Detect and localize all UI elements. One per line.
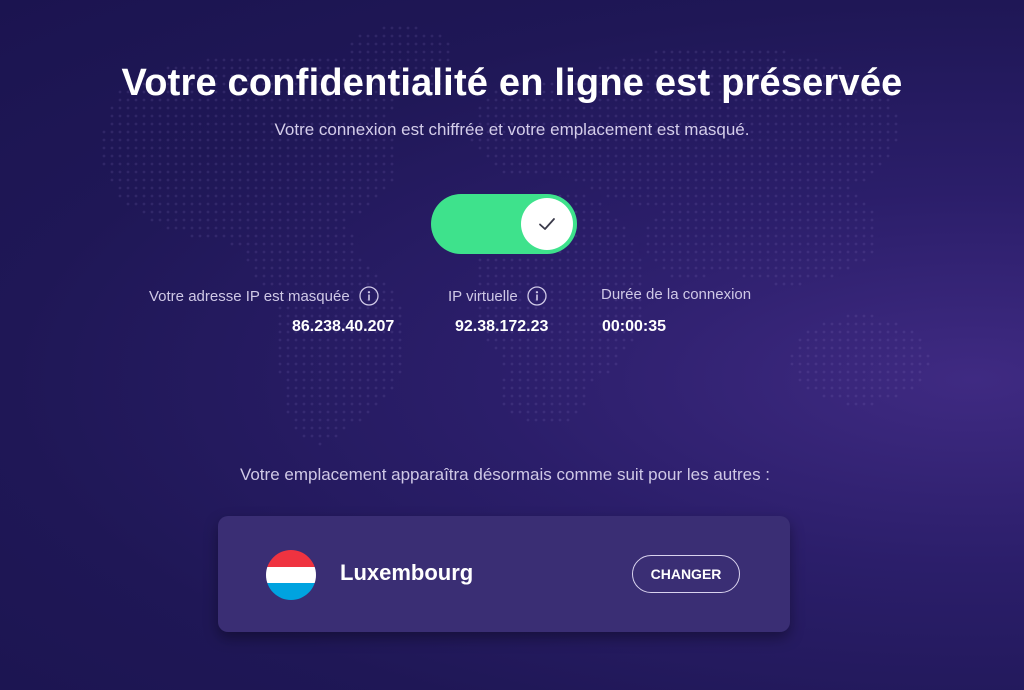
page-subtitle: Votre connexion est chiffrée et votre em… <box>274 120 750 139</box>
location-caption: Votre emplacement apparaîtra désormais c… <box>239 465 771 484</box>
info-icon[interactable] <box>359 286 379 306</box>
luxembourg-flag-icon <box>266 550 316 600</box>
info-icon[interactable] <box>527 286 547 306</box>
toggle-knob[interactable] <box>521 198 573 250</box>
change-location-button[interactable]: CHANGER <box>632 555 740 593</box>
virtual-ip-value: 92.38.172.23 <box>455 318 549 335</box>
ip-value: 86.238.40.207 <box>292 318 395 335</box>
ip-label-text: Votre adresse IP est masquée <box>149 287 350 305</box>
duration-value: 00:00:35 <box>602 318 667 335</box>
virtual-ip-label: IP virtuelle <box>448 286 547 306</box>
ip-label: Votre adresse IP est masquée <box>149 286 379 306</box>
vpn-toggle[interactable] <box>431 194 577 254</box>
duration-label-text: Durée de la connexion <box>601 286 752 303</box>
location-card: Luxembourg CHANGER <box>218 516 790 632</box>
page-title: Votre confidentialité en ligne est prése… <box>121 62 903 104</box>
check-icon <box>539 218 555 230</box>
country-name: Luxembourg <box>340 560 474 585</box>
virtual-ip-label-text: IP virtuelle <box>448 287 518 305</box>
duration-label: Durée de la connexion <box>601 286 751 303</box>
